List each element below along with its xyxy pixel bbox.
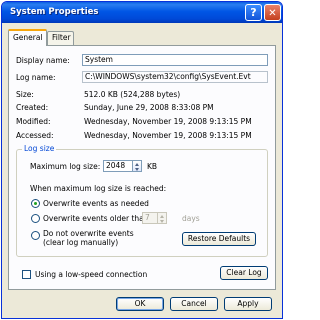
do-not-overwrite-radio[interactable] xyxy=(31,231,40,240)
do-not-overwrite-note[interactable]: (clear log manually) xyxy=(43,238,118,248)
size-value: 512.0 KB (524,288 bytes) xyxy=(84,90,181,99)
overwrite-older-label[interactable]: Overwrite events older than xyxy=(43,214,149,224)
log-name-label: Log name: xyxy=(16,73,56,82)
tab-filter[interactable]: Filter xyxy=(47,31,74,45)
overwrite-as-needed-label[interactable]: Overwrite events as needed xyxy=(43,199,149,209)
size-label: Size: xyxy=(16,90,34,99)
days-unit-label: days xyxy=(182,214,200,223)
spin-up-icon xyxy=(160,215,164,218)
ok-button[interactable]: OK xyxy=(116,297,164,311)
created-label: Created: xyxy=(16,103,49,112)
close-icon: ✕ xyxy=(268,8,277,19)
restore-defaults-button[interactable]: Restore Defaults xyxy=(182,232,256,246)
accessed-label: Accessed: xyxy=(16,131,54,140)
spin-down-icon xyxy=(160,220,164,223)
accessed-value: Wednesday, November 19, 2008 9:13:15 PM xyxy=(84,131,252,140)
display-name-label: Display name: xyxy=(16,56,70,65)
max-log-size-unit: KB xyxy=(147,162,158,171)
low-speed-checkbox[interactable] xyxy=(22,270,31,279)
help-icon: ? xyxy=(250,6,257,19)
max-log-size-spinner[interactable] xyxy=(133,160,142,172)
created-value: Sunday, June 29, 2008 8:33:08 PM xyxy=(84,103,214,112)
clear-log-button[interactable]: Clear Log xyxy=(220,266,268,280)
tab-general[interactable]: General xyxy=(8,29,47,46)
modified-value: Wednesday, November 19, 2008 9:13:15 PM xyxy=(84,117,252,126)
max-log-size-label: Maximum log size: xyxy=(30,162,101,171)
log-name-field[interactable]: C:\WINDOWS\system32\config\SysEvent.Evt xyxy=(82,71,268,83)
window-title: System Properties xyxy=(10,7,99,17)
spin-up-icon xyxy=(135,163,139,166)
when-reached-label: When maximum log size is reached: xyxy=(30,184,167,193)
overwrite-as-needed-radio[interactable] xyxy=(31,199,40,208)
help-button[interactable]: ? xyxy=(245,4,262,21)
cancel-button[interactable]: Cancel xyxy=(170,297,218,311)
title-bar[interactable]: System Properties ? ✕ xyxy=(2,2,282,23)
properties-dialog: System Properties ? ✕ General Filter Dis… xyxy=(1,1,283,319)
low-speed-label[interactable]: Using a low-speed connection xyxy=(35,270,147,280)
display-name-field[interactable]: System xyxy=(82,54,268,66)
apply-button[interactable]: Apply xyxy=(224,297,272,311)
spin-down-icon xyxy=(135,168,139,171)
older-days-input[interactable]: 7 xyxy=(142,212,158,224)
modified-label: Modified: xyxy=(16,117,51,126)
log-size-group-title: Log size xyxy=(22,144,57,154)
overwrite-older-radio[interactable] xyxy=(31,214,40,223)
older-days-spinner[interactable] xyxy=(158,212,167,224)
close-button[interactable]: ✕ xyxy=(264,4,281,21)
max-log-size-input[interactable]: 2048 xyxy=(103,160,133,172)
